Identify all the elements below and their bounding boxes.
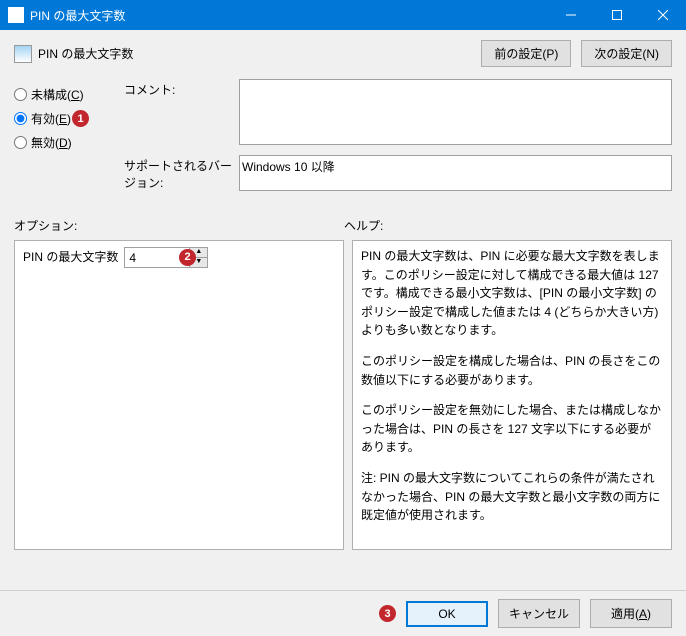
maximize-button[interactable]: [594, 0, 640, 30]
annotation-marker-1: 1: [72, 110, 89, 127]
help-paragraph: PIN の最大文字数は、PIN に必要な最大文字数を表します。このポリシー設定に…: [361, 247, 663, 340]
dialog-footer: 3 OK キャンセル 適用(A): [0, 590, 686, 636]
app-icon: [8, 7, 24, 23]
previous-setting-button[interactable]: 前の設定(P): [481, 40, 571, 67]
comment-label: コメント:: [124, 79, 239, 145]
disabled-label: 無効(D): [31, 134, 72, 151]
comment-textarea[interactable]: [239, 79, 672, 145]
enabled-label: 有効(E): [31, 110, 71, 127]
titlebar: PIN の最大文字数: [0, 0, 686, 30]
annotation-marker-2: 2: [179, 249, 196, 266]
close-button[interactable]: [640, 0, 686, 30]
content-area: PIN の最大文字数 前の設定(P) 次の設定(N) 未構成(C) 有効(E) …: [0, 30, 686, 590]
annotation-marker-3: 3: [379, 605, 396, 622]
help-paragraph: 注: PIN の最大文字数についてこれらの条件が満たされなかった場合、PIN の…: [361, 469, 663, 525]
window-title: PIN の最大文字数: [30, 7, 548, 24]
options-panel: PIN の最大文字数 ▲ ▼ 2: [14, 240, 344, 550]
help-paragraph: このポリシー設定を無効にした場合、または構成しなかった場合は、PIN の長さを …: [361, 401, 663, 457]
help-section-label: ヘルプ:: [344, 217, 383, 234]
supported-on-label: サポートされるバージョン:: [124, 155, 239, 191]
page-title: PIN の最大文字数: [38, 45, 481, 62]
help-paragraph: このポリシー設定を構成した場合は、PIN の長さをこの数値以下にする必要がありま…: [361, 352, 663, 389]
disabled-radio[interactable]: [14, 136, 27, 149]
apply-button[interactable]: 適用(A): [590, 599, 672, 628]
cancel-button[interactable]: キャンセル: [498, 599, 580, 628]
header-row: PIN の最大文字数 前の設定(P) 次の設定(N): [14, 40, 672, 67]
ok-button[interactable]: OK: [406, 601, 488, 627]
supported-on-text: [239, 155, 672, 191]
enabled-radio[interactable]: [14, 112, 27, 125]
max-pin-length-label: PIN の最大文字数: [23, 248, 118, 267]
options-section-label: オプション:: [14, 217, 344, 234]
not-configured-radio[interactable]: [14, 88, 27, 101]
minimize-button[interactable]: [548, 0, 594, 30]
config-area: 未構成(C) 有効(E) 1 無効(D) コメント: サポートされるバージョン:: [14, 79, 672, 201]
help-panel: PIN の最大文字数は、PIN に必要な最大文字数を表します。このポリシー設定に…: [352, 240, 672, 550]
not-configured-label: 未構成(C): [31, 86, 84, 103]
state-radio-group: 未構成(C) 有効(E) 1 無効(D): [14, 79, 124, 201]
policy-icon: [14, 45, 32, 63]
next-setting-button[interactable]: 次の設定(N): [581, 40, 672, 67]
